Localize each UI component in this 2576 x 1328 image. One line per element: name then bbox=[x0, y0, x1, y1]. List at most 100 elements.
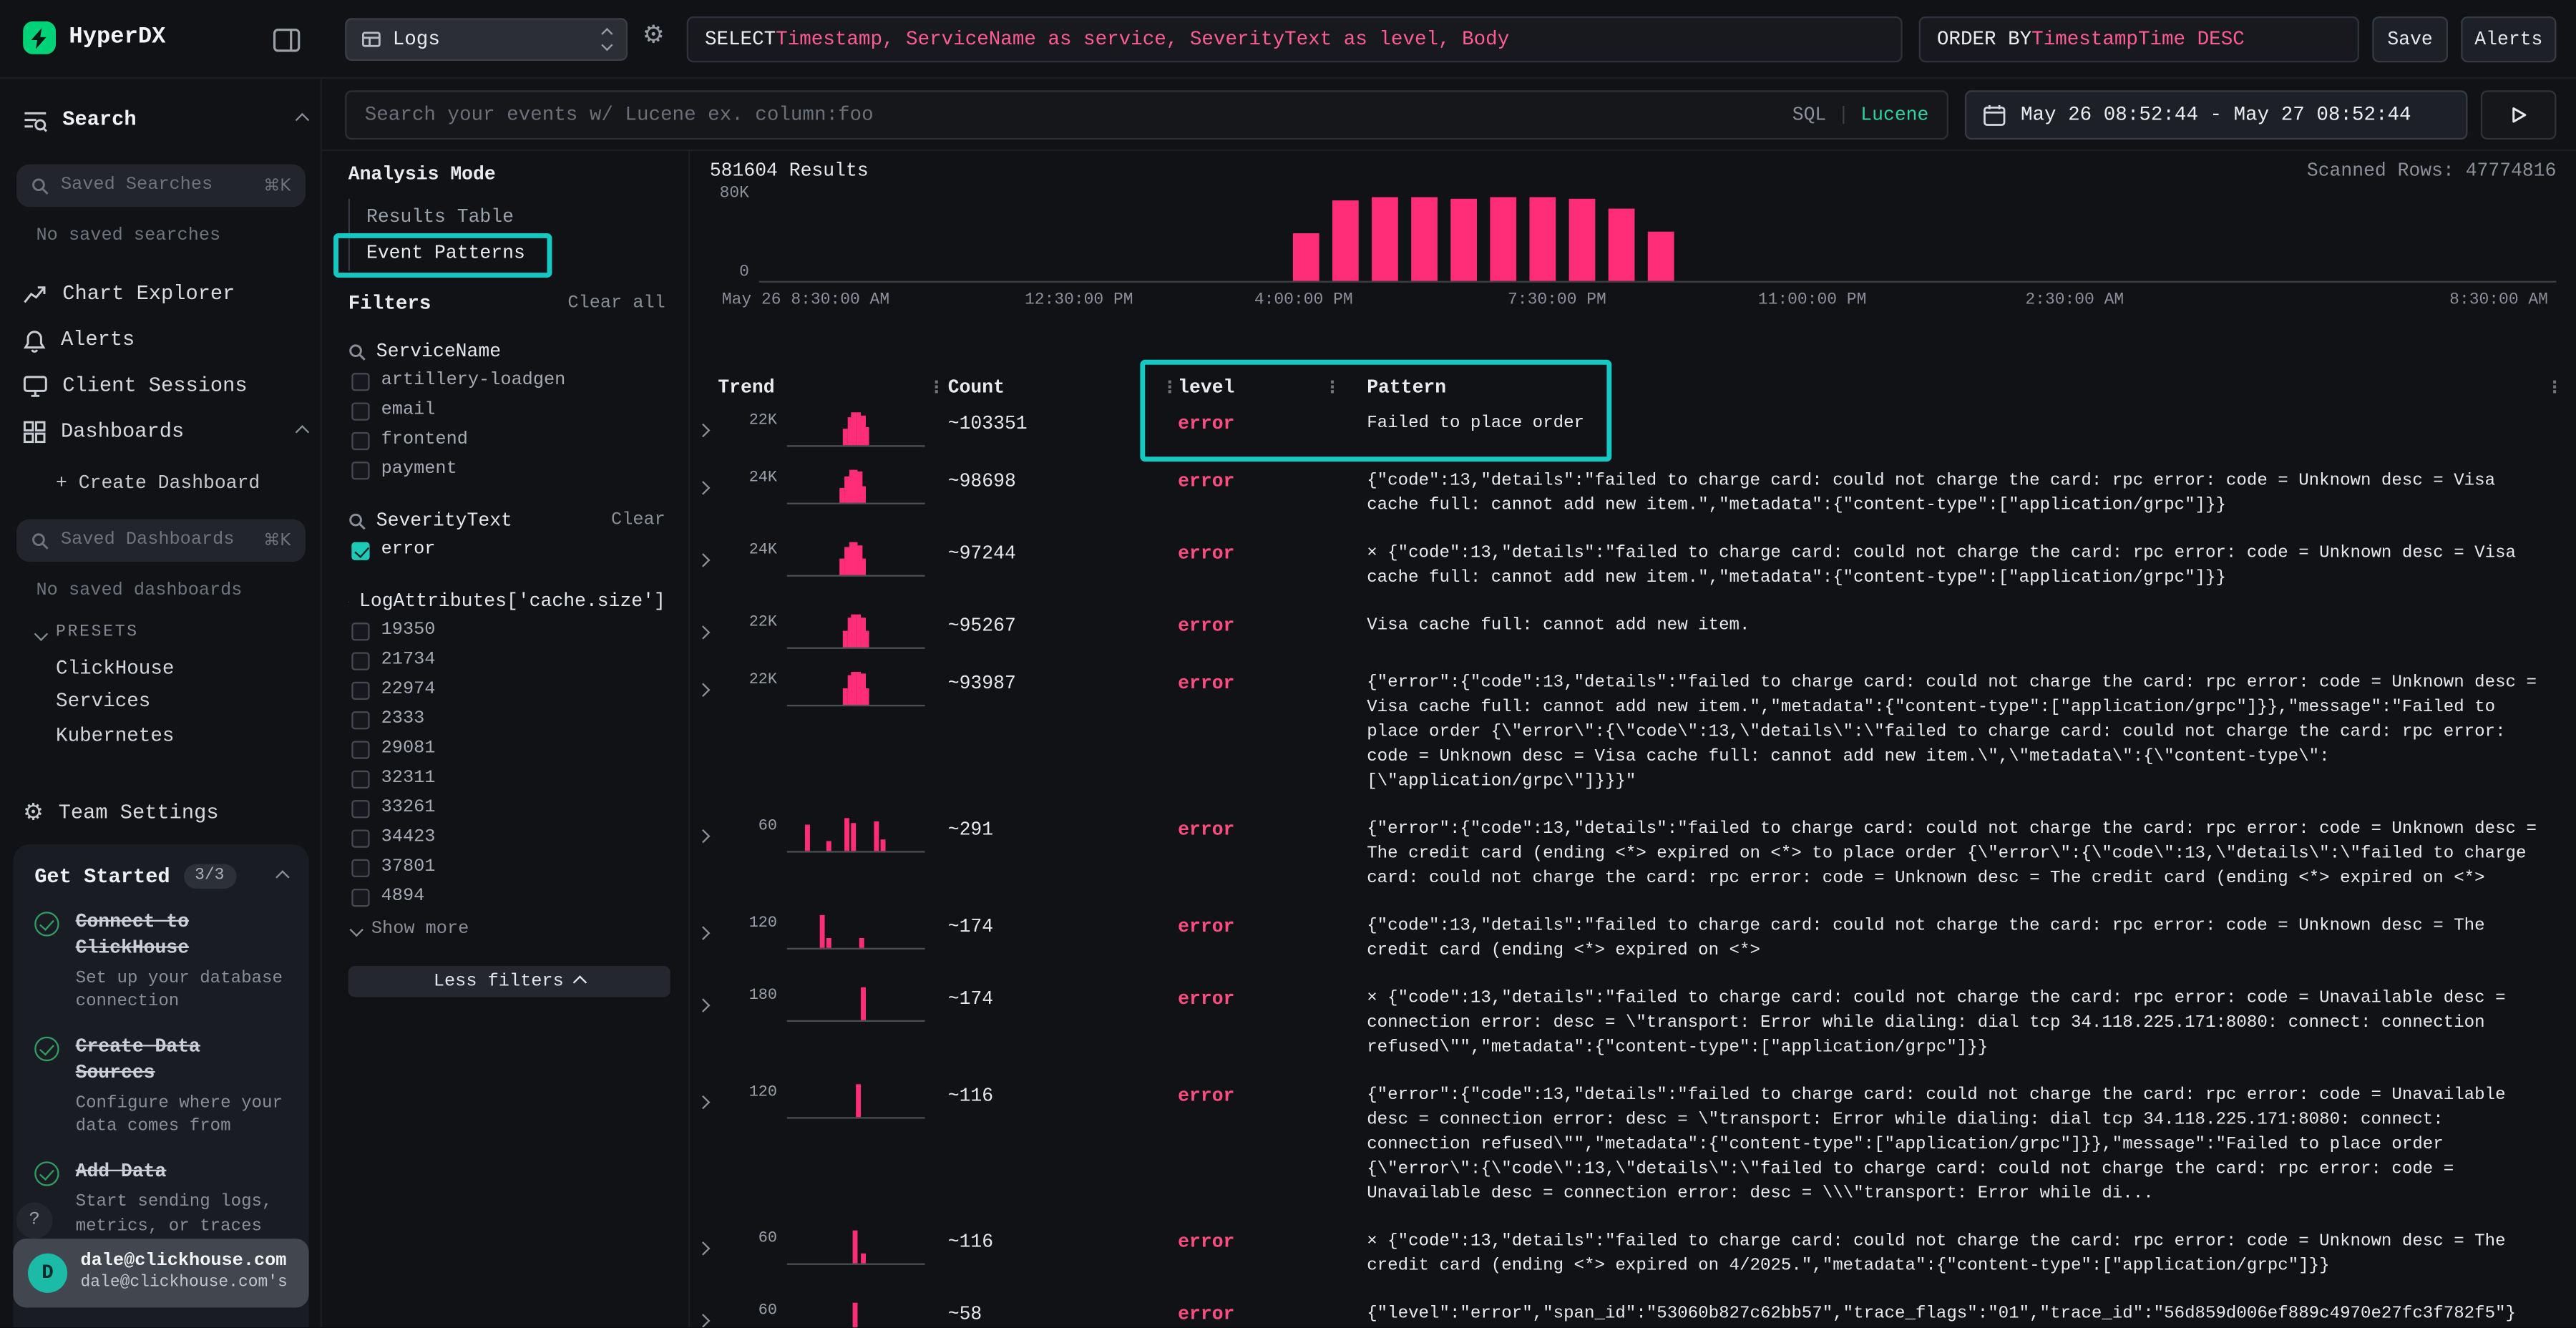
preset-kubernetes[interactable]: Kubernetes bbox=[56, 725, 174, 748]
create-dashboard-link[interactable]: + Create Dashboard bbox=[56, 473, 260, 494]
get-started-step[interactable]: Create Data Sources Configure where your… bbox=[34, 1035, 288, 1139]
checkbox[interactable] bbox=[351, 401, 369, 419]
preset-services[interactable]: Services bbox=[56, 690, 150, 713]
filter-option[interactable]: email bbox=[348, 396, 665, 425]
table-row[interactable]: 120 ~116 error {"error":{"code":13,"deta… bbox=[690, 1073, 2576, 1219]
pattern-cell[interactable]: {"level":"error","span_id":"53060b827c62… bbox=[1367, 1303, 2553, 1327]
save-button[interactable]: Save bbox=[2372, 16, 2448, 62]
get-started-step[interactable]: Add Data Start sending logs, metrics, or… bbox=[34, 1161, 288, 1239]
row-expand-chevron-icon[interactable] bbox=[698, 1231, 721, 1260]
checkbox-checked[interactable] bbox=[351, 542, 369, 560]
column-menu-icon[interactable]: ⋮ bbox=[1161, 379, 1178, 397]
histogram-bar[interactable] bbox=[1648, 232, 1674, 280]
lang-toggle-lucene[interactable]: Lucene bbox=[1860, 104, 1928, 126]
select-query-input[interactable]: SELECT Timestamp, ServiceName as service… bbox=[687, 16, 1903, 62]
checkbox[interactable] bbox=[351, 888, 369, 906]
filter-option[interactable]: 2333 bbox=[348, 705, 665, 734]
row-expand-chevron-icon[interactable] bbox=[698, 987, 721, 1017]
lang-toggle-sql[interactable]: SQL bbox=[1792, 104, 1827, 126]
chevron-up-icon[interactable] bbox=[298, 109, 308, 132]
row-expand-chevron-icon[interactable] bbox=[698, 915, 721, 944]
filter-option-checked[interactable]: error bbox=[348, 535, 665, 565]
mode-event-patterns[interactable]: Event Patterns bbox=[350, 235, 665, 271]
sidebar-collapse-icon[interactable] bbox=[273, 28, 301, 59]
alerts-button[interactable]: Alerts bbox=[2461, 16, 2556, 62]
histogram-bar[interactable] bbox=[1292, 233, 1319, 281]
sidebar-item-client-sessions[interactable]: Client Sessions bbox=[23, 365, 307, 408]
saved-dashboards-input[interactable]: Saved Dashboards ⌘K bbox=[16, 519, 306, 562]
table-row[interactable]: 22K ~95267 error Visa cache full: cannot… bbox=[690, 603, 2576, 660]
pattern-cell[interactable]: Failed to place order bbox=[1367, 412, 2553, 436]
presets-section-toggle[interactable]: PRESETS bbox=[36, 624, 139, 642]
mode-results-table[interactable]: Results Table bbox=[350, 199, 665, 235]
filter-option[interactable]: payment bbox=[348, 455, 665, 484]
row-expand-chevron-icon[interactable] bbox=[698, 542, 721, 572]
filter-option[interactable]: 19350 bbox=[348, 616, 665, 645]
filter-option[interactable]: frontend bbox=[348, 426, 665, 455]
row-expand-chevron-icon[interactable] bbox=[698, 818, 721, 847]
checkbox[interactable] bbox=[351, 859, 369, 877]
checkbox[interactable] bbox=[351, 829, 369, 846]
filter-option[interactable]: 34423 bbox=[348, 823, 665, 852]
table-row[interactable]: 120 ~174 error {"code":13,"details":"fai… bbox=[690, 904, 2576, 976]
filter-option[interactable]: 33261 bbox=[348, 794, 665, 823]
histogram-bar[interactable] bbox=[1529, 197, 1556, 281]
table-row[interactable]: 22K ~103351 error Failed to place order bbox=[690, 401, 2576, 458]
histogram-bar[interactable] bbox=[1371, 197, 1397, 281]
column-menu-icon[interactable]: ⋮ bbox=[1324, 379, 1341, 397]
row-expand-chevron-icon[interactable] bbox=[698, 672, 721, 701]
histogram-bar[interactable] bbox=[1332, 200, 1358, 281]
filter-option[interactable]: 21734 bbox=[348, 645, 665, 675]
clear-all-link[interactable]: Clear all bbox=[567, 294, 665, 314]
checkbox[interactable] bbox=[351, 651, 369, 669]
pattern-cell[interactable]: {"error":{"code":13,"details":"failed to… bbox=[1367, 1084, 2553, 1207]
saved-searches-input[interactable]: Saved Searches ⌘K bbox=[16, 165, 306, 208]
table-row[interactable]: 60 ~291 error {"error":{"code":13,"detai… bbox=[690, 806, 2576, 903]
search-input[interactable]: Search your events w/ Lucene ex. column:… bbox=[345, 90, 1948, 140]
clear-link[interactable]: Clear bbox=[611, 511, 665, 531]
chevron-up-icon[interactable] bbox=[298, 421, 308, 444]
table-row[interactable]: 24K ~97244 error × {"code":13,"details":… bbox=[690, 531, 2576, 603]
checkbox[interactable] bbox=[351, 431, 369, 449]
pattern-cell[interactable]: × {"code":13,"details":"failed to charge… bbox=[1367, 542, 2553, 592]
sidebar-item-search[interactable]: Search bbox=[23, 99, 307, 142]
row-expand-chevron-icon[interactable] bbox=[698, 1303, 721, 1327]
checkbox[interactable] bbox=[351, 711, 369, 728]
column-menu-icon[interactable]: ⋮ bbox=[928, 379, 945, 397]
help-button[interactable]: ? bbox=[16, 1203, 53, 1239]
table-row[interactable]: 22K ~93987 error {"error":{"code":13,"de… bbox=[690, 660, 2576, 806]
checkbox[interactable] bbox=[351, 461, 369, 479]
histogram-bar[interactable] bbox=[1411, 197, 1438, 281]
show-more-link[interactable]: Show more bbox=[348, 920, 665, 940]
col-header-count[interactable]: Count bbox=[948, 378, 1005, 399]
chevron-up-icon[interactable] bbox=[275, 869, 289, 883]
get-started-step[interactable]: Connect to ClickHouse Set up your databa… bbox=[34, 910, 288, 1014]
order-by-input[interactable]: ORDER BY TimestampTime DESC bbox=[1919, 16, 2359, 62]
sidebar-item-alerts[interactable]: Alerts bbox=[23, 318, 307, 361]
run-query-button[interactable] bbox=[2481, 90, 2557, 140]
table-row[interactable]: 60 ~116 error × {"code":13,"details":"fa… bbox=[690, 1219, 2576, 1292]
pattern-cell[interactable]: × {"code":13,"details":"failed to charge… bbox=[1367, 1231, 2553, 1280]
checkbox[interactable] bbox=[351, 372, 369, 390]
col-header-pattern[interactable]: Pattern bbox=[1367, 378, 1446, 399]
brand[interactable]: HyperDX bbox=[23, 21, 165, 54]
checkbox[interactable] bbox=[351, 681, 369, 699]
sidebar-item-chart-explorer[interactable]: Chart Explorer bbox=[23, 273, 307, 316]
table-row[interactable]: 24K ~98698 error {"code":13,"details":"f… bbox=[690, 459, 2576, 531]
filter-option[interactable]: 32311 bbox=[348, 764, 665, 794]
column-menu-icon[interactable]: ⋮ bbox=[2547, 379, 2563, 397]
checkbox[interactable] bbox=[351, 740, 369, 758]
checkbox[interactable] bbox=[351, 799, 369, 817]
histogram-bar[interactable] bbox=[1569, 198, 1596, 281]
less-filters-button[interactable]: Less filters bbox=[348, 966, 670, 997]
col-header-level[interactable]: level bbox=[1178, 378, 1234, 399]
col-header-trend[interactable]: Trend bbox=[718, 378, 774, 399]
sidebar-item-dashboards[interactable]: Dashboards bbox=[23, 411, 307, 454]
histogram-bar[interactable] bbox=[1609, 209, 1635, 280]
source-settings-gear-icon[interactable]: ⚙ bbox=[643, 23, 665, 47]
filter-option[interactable]: artillery-loadgen bbox=[348, 366, 665, 396]
filter-option[interactable]: 37801 bbox=[348, 853, 665, 882]
source-select[interactable]: Logs bbox=[345, 18, 628, 61]
filter-option[interactable]: 29081 bbox=[348, 734, 665, 763]
filter-option[interactable]: 4894 bbox=[348, 882, 665, 912]
